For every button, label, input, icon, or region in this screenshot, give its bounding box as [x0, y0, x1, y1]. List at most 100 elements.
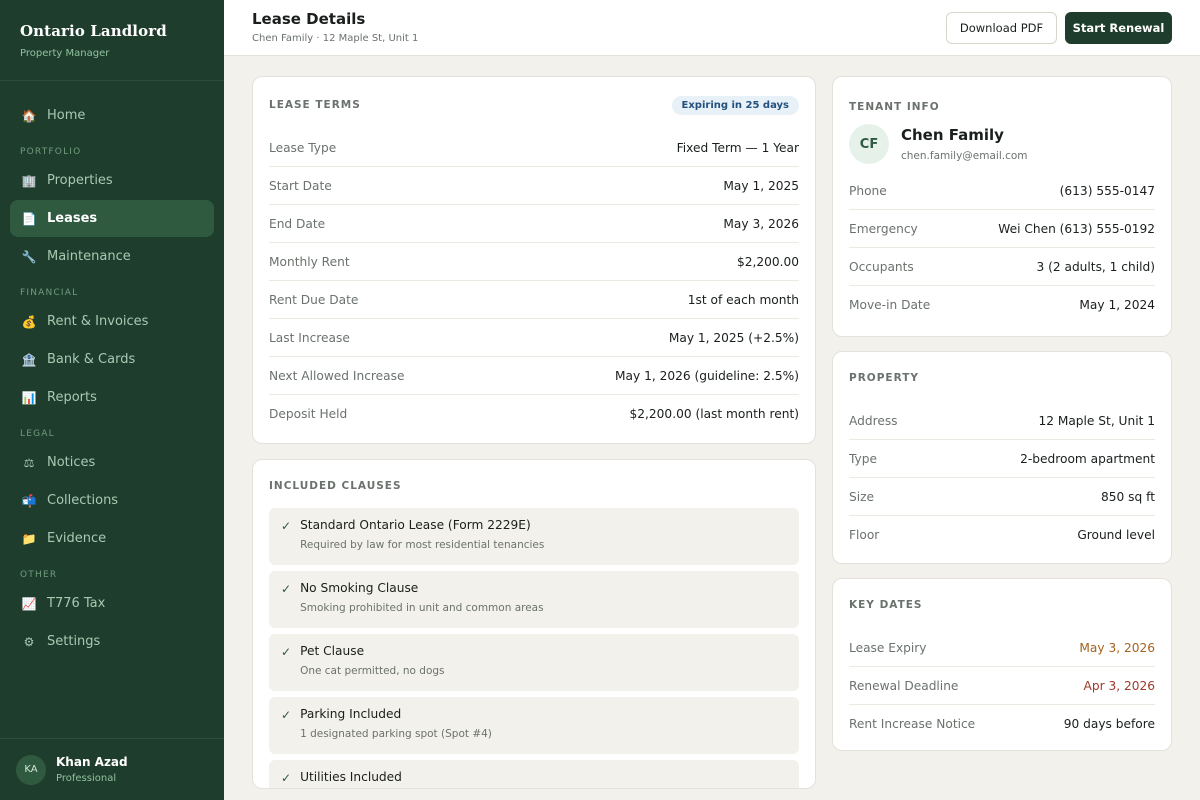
- clause-title: Standard Ontario Lease (Form 2229E): [300, 518, 531, 532]
- row-value: 12 Maple St, Unit 1: [1038, 413, 1155, 428]
- row-value: 3 (2 adults, 1 child): [1036, 259, 1155, 274]
- property-details-list: Address 12 Maple St, Unit 1 Type 2-bedroom…: [849, 402, 1155, 554]
- gear-icon: ⚙: [23, 634, 35, 649]
- row-value: May 1, 2025 (+2.5%): [668, 330, 799, 345]
- sidebar-item-collections[interactable]: 📬 Collections: [10, 482, 214, 519]
- clause-title: No Smoking Clause: [300, 581, 419, 595]
- row-label: Occupants: [849, 259, 914, 274]
- clause-item: ✓ Standard Ontario Lease (Form 2229E) Req…: [269, 508, 799, 565]
- tenant-identity: CF Chen Family chen.family@email.com: [849, 124, 1155, 164]
- row-label: Deposit Held: [269, 407, 348, 421]
- row-value: 2-bedroom apartment: [1020, 451, 1155, 466]
- row-value: $2,200.00: [736, 254, 799, 269]
- sidebar-item-rent-invoices[interactable]: 💰 Rent & Invoices: [10, 303, 214, 340]
- detail-row: Next Allowed Increase May 1, 2026 (guidel…: [269, 357, 799, 395]
- clause-title: Parking Included: [300, 707, 402, 721]
- sidebar-item-t776-tax[interactable]: 📈 T776 Tax: [10, 585, 214, 622]
- detail-row: Renewal Deadline Apr 3, 2026: [849, 667, 1155, 705]
- row-value: 850 sq ft: [1101, 489, 1155, 504]
- row-label: Address: [849, 413, 898, 428]
- wrench-icon: 🔧: [21, 249, 37, 264]
- tenant-avatar: CF: [849, 124, 889, 164]
- included-clauses-card: INCLUDED CLAUSES ✓ Standard Ontario Leas…: [252, 459, 816, 789]
- page-subtitle: Chen Family · 12 Maple St, Unit 1: [252, 33, 419, 44]
- bank-icon: 🏦: [21, 352, 37, 367]
- sidebar-item-label: Maintenance: [47, 249, 131, 264]
- user-profile[interactable]: KA Khan Azad Professional: [0, 738, 224, 800]
- card-title: KEY DATES: [849, 599, 923, 611]
- scales-icon: ⚖: [23, 455, 35, 470]
- row-value: May 1, 2025: [723, 178, 799, 193]
- section-financial: FINANCIAL: [20, 288, 79, 298]
- download-pdf-button[interactable]: Download PDF: [946, 12, 1057, 44]
- sidebar-item-properties[interactable]: 🏢 Properties: [10, 162, 214, 199]
- sidebar-item-label: Notices: [47, 455, 96, 470]
- detail-row: Phone (613) 555-0147: [849, 172, 1155, 210]
- check-icon: ✓: [281, 771, 292, 785]
- sidebar-item-home[interactable]: 🏠 Home: [10, 97, 214, 134]
- detail-row: Occupants 3 (2 adults, 1 child): [849, 248, 1155, 286]
- clause-description: One cat permitted, no dogs: [300, 665, 445, 677]
- row-label: Type: [849, 451, 877, 466]
- sidebar-item-evidence[interactable]: 📁 Evidence: [10, 520, 214, 557]
- sidebar-item-notices[interactable]: ⚖ Notices: [10, 444, 214, 481]
- user-role: Professional: [56, 773, 117, 784]
- user-info: Khan Azad Professional: [56, 755, 128, 784]
- detail-row: Lease Type Fixed Term — 1 Year: [269, 129, 799, 167]
- start-renewal-button[interactable]: Start Renewal: [1065, 12, 1172, 44]
- section-other: OTHER: [20, 570, 58, 580]
- sidebar-item-bank-cards[interactable]: 🏦 Bank & Cards: [10, 341, 214, 378]
- brand-subtitle: Property Manager: [20, 48, 110, 59]
- row-value: 1st of each month: [687, 292, 799, 307]
- detail-row: Last Increase May 1, 2025 (+2.5%): [269, 319, 799, 357]
- tenant-name: Chen Family: [901, 126, 1004, 144]
- row-value-deadline: Apr 3, 2026: [1083, 678, 1155, 693]
- detail-row: Start Date May 1, 2025: [269, 167, 799, 205]
- tenant-email[interactable]: chen.family@email.com: [901, 150, 1028, 162]
- tenant-info-card: TENANT INFO CF Chen Family chen.family@e…: [832, 76, 1172, 337]
- row-value: $2,200.00 (last month rent): [629, 407, 799, 421]
- key-dates-header: KEY DATES: [849, 579, 1155, 629]
- row-value: Ground level: [1077, 528, 1155, 542]
- row-value: May 1, 2026 (guideline: 2.5%): [615, 368, 799, 383]
- detail-row: Size 850 sq ft: [849, 478, 1155, 516]
- row-label: Next Allowed Increase: [269, 368, 405, 383]
- clause-item: ✓ No Smoking Clause Smoking prohibited in…: [269, 571, 799, 628]
- card-title: INCLUDED CLAUSES: [269, 480, 402, 492]
- detail-row: Emergency Wei Chen (613) 555-0192: [849, 210, 1155, 248]
- detail-row: Move-in Date May 1, 2024: [849, 286, 1155, 324]
- sidebar-item-leases[interactable]: 📄 Leases: [10, 200, 214, 237]
- row-label: Size: [849, 489, 875, 504]
- document-icon: 📄: [21, 211, 37, 226]
- sidebar-item-label: Reports: [47, 390, 97, 405]
- row-value: May 3, 2026: [723, 216, 799, 231]
- lease-terms-list: Lease Type Fixed Term — 1 Year Start Date…: [269, 129, 799, 433]
- clause-title: Pet Clause: [300, 644, 365, 658]
- row-value: 90 days before: [1063, 717, 1155, 731]
- sidebar-item-maintenance[interactable]: 🔧 Maintenance: [10, 238, 214, 275]
- detail-row: Rent Increase Notice 90 days before: [849, 705, 1155, 743]
- row-label: Monthly Rent: [269, 254, 350, 269]
- clause-description: Required by law for most residential ten…: [300, 539, 545, 551]
- row-value-expiry: May 3, 2026: [1079, 640, 1155, 655]
- clause-item: ✓ Parking Included 1 designated parking s…: [269, 697, 799, 754]
- row-label: Renewal Deadline: [849, 678, 959, 693]
- row-value: May 1, 2024: [1079, 298, 1155, 312]
- sidebar-item-label: T776 Tax: [47, 596, 106, 611]
- property-card: PROPERTY Address 12 Maple St, Unit 1 Type…: [832, 351, 1172, 564]
- check-icon: ✓: [281, 582, 292, 596]
- section-legal: LEGAL: [20, 429, 55, 439]
- sidebar-item-settings[interactable]: ⚙ Settings: [10, 623, 214, 660]
- row-value: Wei Chen (613) 555-0192: [998, 221, 1155, 236]
- building-icon: 🏢: [21, 173, 37, 188]
- clause-description: Smoking prohibited in unit and common ar…: [300, 602, 544, 614]
- brand: Ontario Landlord Property Manager: [0, 0, 224, 81]
- key-dates-card: KEY DATES Lease Expiry May 3, 2026 Renewa…: [832, 578, 1172, 751]
- row-label: Floor: [849, 528, 880, 542]
- sidebar-item-reports[interactable]: 📊 Reports: [10, 379, 214, 416]
- money-bag-icon: 💰: [21, 314, 37, 329]
- mailbox-icon: 📬: [21, 493, 37, 508]
- card-title: LEASE TERMS: [269, 99, 361, 111]
- sidebar-item-label: Rent & Invoices: [47, 314, 149, 329]
- check-icon: ✓: [281, 708, 292, 722]
